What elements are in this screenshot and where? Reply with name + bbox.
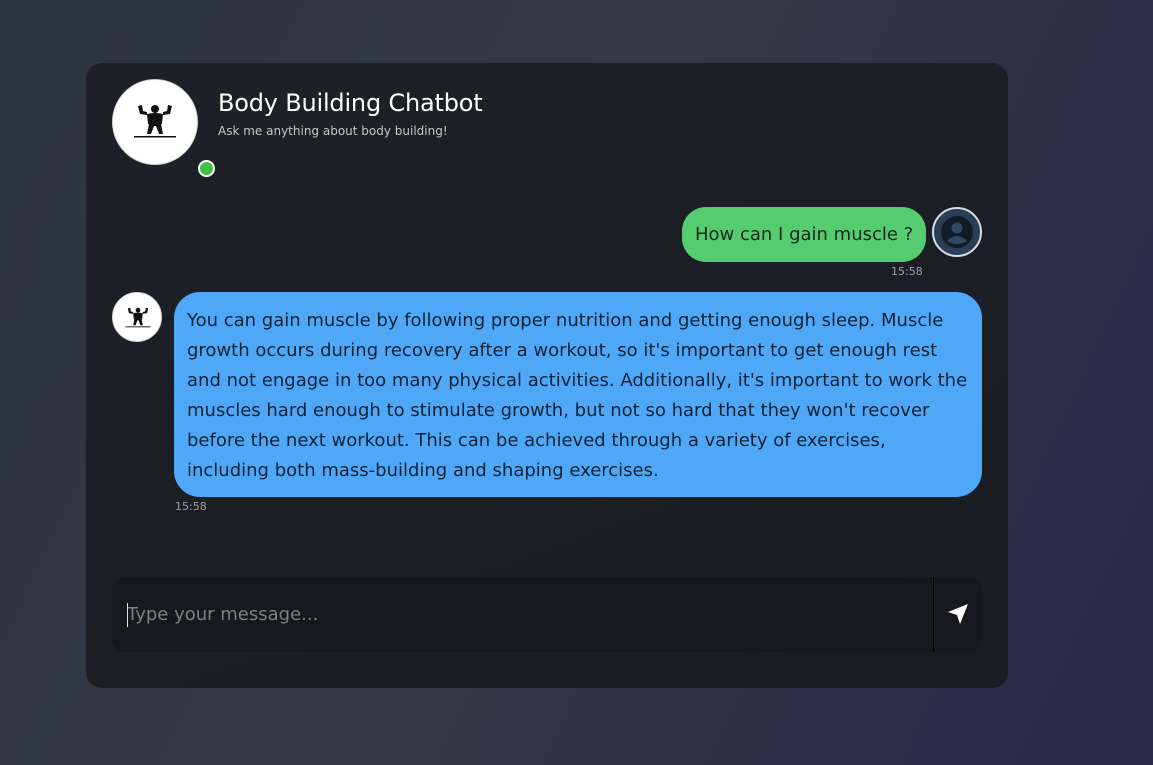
user-silhouette-icon: [941, 216, 973, 248]
message-input[interactable]: [112, 577, 933, 652]
bodybuilder-logo-icon: [134, 105, 176, 138]
chat-header: Body Building Chatbot Ask me anything ab…: [86, 63, 1008, 183]
user-avatar: [932, 207, 982, 257]
bot-avatar: [112, 79, 215, 177]
bot-message-avatar: [112, 292, 162, 342]
text-caret: [127, 603, 128, 627]
bot-message-time: 15:58: [175, 500, 207, 513]
message-composer: [112, 577, 982, 652]
bot-message-bubble: You can gain muscle by following proper …: [174, 292, 982, 497]
send-button[interactable]: [934, 577, 982, 652]
chat-title: Body Building Chatbot: [218, 89, 483, 117]
send-arrow-icon: [948, 604, 968, 624]
user-message-time: 15:58: [891, 265, 923, 278]
chat-subtitle: Ask me anything about body building!: [218, 124, 448, 138]
online-status-indicator: [198, 160, 215, 177]
bodybuilder-logo-icon: [125, 307, 151, 328]
user-message-bubble: How can I gain muscle ?: [682, 207, 927, 262]
chat-window: Body Building Chatbot Ask me anything ab…: [86, 63, 1008, 688]
